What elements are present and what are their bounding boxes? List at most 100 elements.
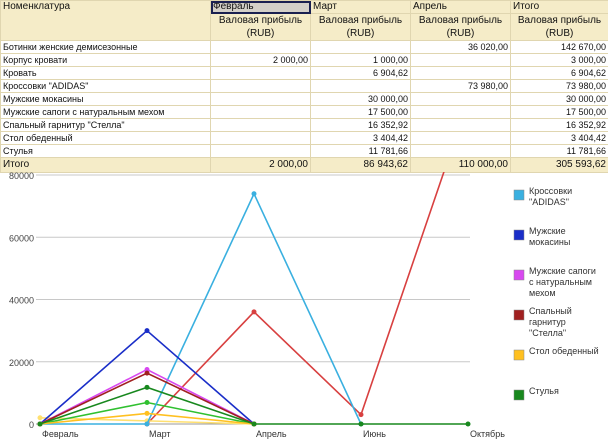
row-name: Стулья bbox=[0, 144, 211, 158]
row-value: 30 000,00 bbox=[310, 92, 411, 106]
table-row[interactable]: Мужские мокасины 30 000,00 30 000,00 bbox=[0, 92, 608, 106]
report-table: Номенклатура Февраль Март Апрель Итого В… bbox=[0, 0, 608, 173]
row-value bbox=[210, 40, 311, 54]
row-name: Кровать bbox=[0, 66, 211, 80]
legend-label: Спальный гарнитур "Стелла" bbox=[529, 306, 572, 338]
row-value: 73 980,00 bbox=[410, 79, 511, 93]
subheader-february: Валовая прибыль (RUB) bbox=[210, 13, 311, 41]
legend-swatch bbox=[513, 349, 525, 361]
data-point bbox=[37, 415, 43, 421]
data-point bbox=[144, 410, 150, 416]
row-value: 73 980,00 bbox=[510, 79, 608, 93]
table-row[interactable]: Стол обеденный 3 404,42 3 404,42 bbox=[0, 131, 608, 145]
legend-label: Кроссовки "ADIDAS" bbox=[529, 186, 572, 207]
row-name: Кроссовки "ADIDAS" bbox=[0, 79, 211, 93]
table-row[interactable]: Стулья 11 781,66 11 781,66 bbox=[0, 144, 608, 158]
legend-item[interactable]: Стулья bbox=[513, 386, 559, 401]
row-value: 3 404,42 bbox=[310, 131, 411, 145]
y-tick-label: 0 bbox=[29, 420, 34, 430]
y-tick-label: 20000 bbox=[9, 358, 34, 368]
x-tick-label: Февраль bbox=[42, 429, 79, 439]
x-tick-label: Март bbox=[149, 429, 171, 439]
data-point bbox=[358, 421, 364, 427]
legend-item[interactable]: Спальный гарнитур "Стелла" bbox=[513, 306, 572, 338]
table-row[interactable]: Ботинки женские демисезонные 36 020,00 142… bbox=[0, 40, 608, 54]
header-nomenclature[interactable]: Номенклатура bbox=[0, 0, 211, 41]
subheader-total: Валовая прибыль (RUB) bbox=[510, 13, 608, 41]
row-value bbox=[410, 92, 511, 106]
x-tick-label: Октябрь bbox=[470, 429, 505, 439]
row-name: Спальный гарнитур "Стелла" bbox=[0, 118, 211, 132]
row-value: 3 404,42 bbox=[510, 131, 608, 145]
row-value: 17 500,00 bbox=[310, 105, 411, 119]
legend-label: Стулья bbox=[529, 386, 559, 396]
row-value: 16 352,92 bbox=[510, 118, 608, 132]
subheader-march: Валовая прибыль (RUB) bbox=[310, 13, 411, 41]
data-point bbox=[144, 370, 150, 376]
legend-swatch bbox=[513, 389, 525, 401]
row-value: 3 000,00 bbox=[510, 53, 608, 67]
table-row[interactable]: Корпус кровати 2 000,00 1 000,00 3 000,00 bbox=[0, 53, 608, 67]
row-value bbox=[210, 118, 311, 132]
legend-swatch bbox=[513, 189, 525, 201]
total-february: 2 000,00 bbox=[210, 157, 311, 173]
row-name: Мужские мокасины bbox=[0, 92, 211, 106]
row-value bbox=[410, 53, 511, 67]
data-point bbox=[144, 328, 150, 334]
row-value: 30 000,00 bbox=[510, 92, 608, 106]
data-point bbox=[465, 421, 471, 427]
row-value: 6 904,62 bbox=[510, 66, 608, 80]
legend-label: Мужские мокасины bbox=[529, 226, 570, 247]
legend-label: Мужские сапоги с натуральным мехом bbox=[529, 266, 596, 298]
data-point bbox=[251, 309, 257, 315]
row-name: Ботинки женские демисезонные bbox=[0, 40, 211, 54]
legend-swatch bbox=[513, 309, 525, 321]
legend-item[interactable]: Стол обеденный bbox=[513, 346, 599, 361]
table-row[interactable]: Мужские сапоги с натуральным мехом 17 500… bbox=[0, 105, 608, 119]
row-value bbox=[410, 144, 511, 158]
table-row[interactable]: Кроссовки "ADIDAS" 73 980,00 73 980,00 bbox=[0, 79, 608, 93]
data-point bbox=[144, 384, 150, 390]
legend-item[interactable]: Мужские сапоги с натуральным мехом bbox=[513, 266, 596, 298]
line-chart: 0 20000 40000 60000 80000 Февраль Март Апрель Ию… bbox=[9, 172, 599, 439]
total-april: 110 000,00 bbox=[410, 157, 511, 173]
data-point bbox=[358, 412, 364, 418]
x-tick-label: Апрель bbox=[256, 429, 287, 439]
header-april[interactable]: Апрель bbox=[410, 0, 511, 14]
row-value bbox=[210, 131, 311, 145]
header-total[interactable]: Итого bbox=[510, 0, 608, 14]
row-value bbox=[210, 105, 311, 119]
row-value: 1 000,00 bbox=[310, 53, 411, 67]
row-value bbox=[210, 66, 311, 80]
row-value: 142 670,00 bbox=[510, 40, 608, 54]
table-row[interactable]: Кровать 6 904,62 6 904,62 bbox=[0, 66, 608, 80]
row-value: 2 000,00 bbox=[210, 53, 311, 67]
data-point bbox=[144, 421, 150, 427]
series-line bbox=[40, 191, 362, 425]
subheader-april: Валовая прибыль (RUB) bbox=[410, 13, 511, 41]
row-value: 36 020,00 bbox=[410, 40, 511, 54]
total-row[interactable]: Итого 2 000,00 86 943,62 110 000,00 305 … bbox=[0, 157, 608, 173]
row-value bbox=[410, 105, 511, 119]
row-value bbox=[410, 131, 511, 145]
legend-item[interactable]: Мужские мокасины bbox=[513, 226, 570, 247]
header-march[interactable]: Март bbox=[310, 0, 411, 14]
table-row[interactable]: Спальный гарнитур "Стелла" 16 352,92 16 35… bbox=[0, 118, 608, 132]
total-label: Итого bbox=[0, 157, 211, 173]
row-name: Мужские сапоги с натуральным мехом bbox=[0, 105, 211, 119]
row-value: 6 904,62 bbox=[310, 66, 411, 80]
row-value bbox=[410, 66, 511, 80]
row-value: 16 352,92 bbox=[310, 118, 411, 132]
row-value: 11 781,66 bbox=[310, 144, 411, 158]
data-point bbox=[144, 400, 150, 406]
row-value bbox=[210, 79, 311, 93]
total-total: 305 593,62 bbox=[510, 157, 608, 173]
series-line bbox=[146, 172, 445, 425]
y-tick-label: 60000 bbox=[9, 233, 34, 243]
data-point bbox=[251, 421, 257, 427]
row-value bbox=[310, 79, 411, 93]
header-february[interactable]: Февраль bbox=[210, 0, 311, 14]
legend-item[interactable]: Кроссовки "ADIDAS" bbox=[513, 186, 572, 207]
data-point bbox=[37, 421, 43, 427]
data-point bbox=[251, 191, 257, 197]
